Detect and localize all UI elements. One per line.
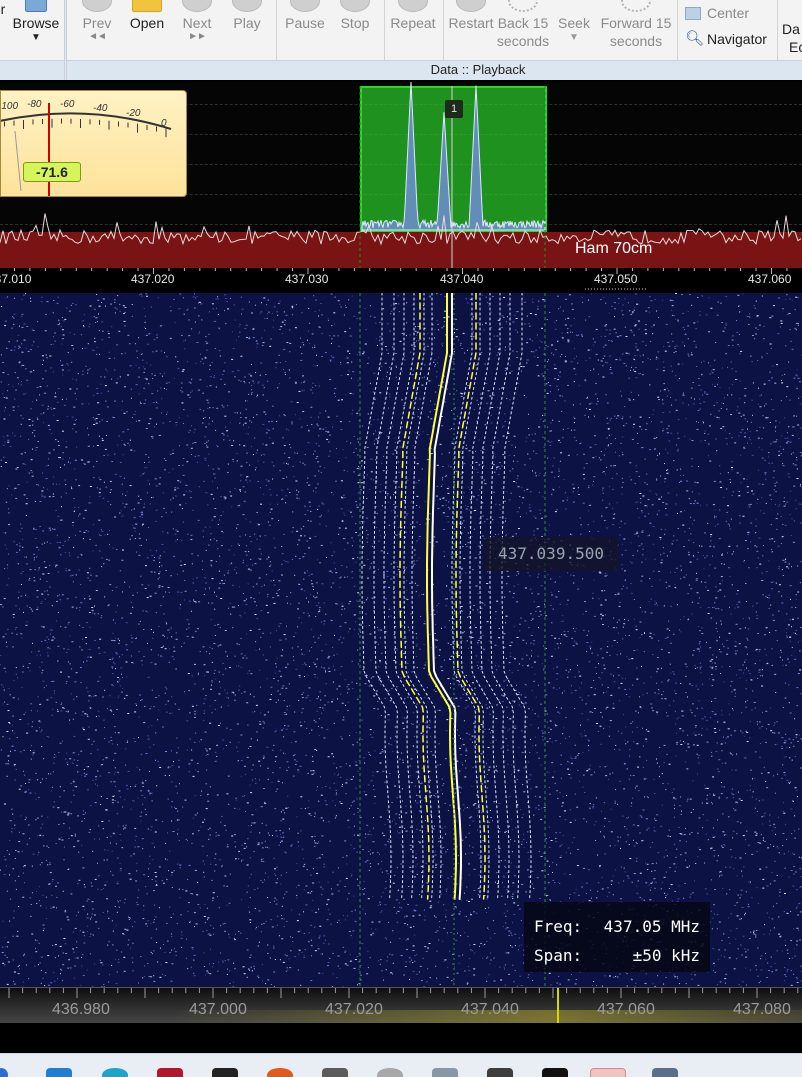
stop-button[interactable]: Stop	[332, 0, 378, 60]
data-edit-button[interactable]: Da Ec	[782, 0, 802, 60]
forward-icon	[621, 0, 651, 12]
axis-label: 437.040	[461, 1001, 519, 1018]
app-icon[interactable]	[432, 1068, 458, 1077]
meter-scale-label: -100	[0, 101, 19, 112]
meter-scale-label: -60	[60, 99, 75, 110]
app-icon[interactable]	[652, 1068, 678, 1077]
axis-label: 436.980	[52, 1001, 110, 1018]
axis-label: 437.020	[131, 272, 175, 286]
freq-span-info-box: Freq: 437.05 MHz Span: ±50 kHz	[524, 902, 710, 972]
browse-button[interactable]: Browse ▼	[10, 0, 62, 60]
chevron-down-icon: ▼	[569, 32, 579, 43]
restart-button[interactable]: Restart	[447, 0, 495, 60]
briefcase-icon[interactable]	[46, 1068, 72, 1077]
span-value: ±50 kHz	[632, 946, 700, 965]
meter-scale-label: -40	[93, 103, 108, 114]
seek-icon	[559, 0, 589, 12]
restart-icon	[456, 0, 486, 12]
separator	[443, 0, 444, 60]
prev-button[interactable]: Prev ◄◄	[74, 0, 120, 60]
axis-ticks	[8, 988, 799, 998]
meter-readout: -71.6	[23, 162, 81, 182]
freq-value: 437.05 MHz	[603, 917, 700, 936]
separator	[677, 0, 678, 60]
open-button[interactable]: Open	[124, 0, 170, 60]
meter-scale-label: -20	[126, 108, 141, 119]
waterfall-signal	[361, 293, 532, 900]
stop-icon	[340, 0, 370, 12]
waterfall-display[interactable]: 437.039.500	[0, 293, 802, 987]
cut-off-button[interactable]: r	[0, 0, 10, 60]
s-meter: -100 -80 -60 -40 -20 0 -71.6	[0, 90, 187, 197]
chevron-down-icon: ▼	[31, 32, 41, 43]
next-button[interactable]: Next ►►	[174, 0, 220, 60]
back-icon	[508, 0, 538, 12]
spectrum-frequency-axis[interactable]: 437.010 437.020 437.030 437.040 437.050 …	[0, 268, 802, 290]
center-icon	[685, 6, 701, 20]
rewind-icon: ◄◄	[88, 31, 107, 42]
axis-label: 437.060	[597, 1001, 655, 1018]
center-button[interactable]: Center	[685, 4, 749, 22]
app-icon[interactable]	[377, 1068, 403, 1077]
folder-icon	[132, 0, 162, 12]
cursor-frequency-readout: 437.039.500	[484, 537, 618, 571]
meter-peak-needle	[14, 130, 22, 192]
separator	[276, 0, 277, 60]
browse-icon	[25, 0, 47, 12]
group-label: Data :: Playback	[430, 62, 526, 77]
separator	[384, 0, 385, 60]
group-divider	[64, 60, 67, 80]
vfo-marker[interactable]: 1	[445, 100, 463, 118]
axis-ticks	[13, 268, 788, 290]
taskbar	[0, 1053, 802, 1077]
app-icon[interactable]	[542, 1068, 568, 1077]
meter-scale-label: -80	[27, 99, 42, 110]
axis-label: 437.060	[748, 272, 792, 286]
axis-label: 437.000	[189, 1001, 247, 1018]
dropbox-icon[interactable]	[212, 1068, 238, 1077]
span-row: Span: ±50 kHz	[534, 941, 700, 970]
mail-icon[interactable]	[157, 1068, 183, 1077]
app-icon[interactable]	[267, 1068, 293, 1077]
axis-label: 437.030	[285, 272, 329, 286]
next-icon	[182, 0, 212, 12]
play-icon	[232, 0, 262, 12]
axis-label: 437.080	[733, 1001, 791, 1018]
start-icon[interactable]	[0, 1068, 8, 1077]
prev-icon	[82, 0, 112, 12]
navigator-button[interactable]: 🔍︎ Navigator	[685, 30, 767, 48]
app-icon[interactable]	[487, 1068, 513, 1077]
seek-button[interactable]: Seek ▼	[554, 0, 594, 60]
back-15-seconds-button[interactable]: Back 15 seconds	[496, 0, 550, 60]
repeat-button[interactable]: Repeat	[388, 0, 438, 60]
meter-scale-label: 0	[161, 118, 167, 129]
repeat-icon	[398, 0, 428, 12]
freq-row: Freq: 437.05 MHz	[534, 912, 700, 941]
pause-icon	[290, 0, 320, 12]
pause-button[interactable]: Pause	[282, 0, 328, 60]
separator	[777, 0, 778, 60]
axis-label: 437.020	[325, 1001, 383, 1018]
ribbon-toolbar: r Browse ▼ Prev ◄◄ Open Next ►► Play Pau…	[0, 0, 802, 80]
band-label: Ham 70cm	[575, 240, 653, 257]
fast-forward-icon: ►►	[188, 31, 207, 42]
tuning-cursor[interactable]	[557, 988, 559, 1023]
magnifier-icon: 🔍︎	[685, 30, 705, 47]
edge-icon[interactable]	[102, 1068, 128, 1077]
play-button[interactable]: Play	[224, 0, 270, 60]
waterfall-canvas	[0, 293, 802, 987]
axis-label: 437.040	[440, 272, 484, 286]
waterfall-noise	[0, 293, 802, 987]
forward-15-seconds-button[interactable]: Forward 15 seconds	[598, 0, 674, 60]
axis-label: 437.050	[594, 272, 638, 286]
waterfall-frequency-axis[interactable]: 436.980 437.000 437.020 437.040 437.060 …	[0, 987, 802, 1023]
axis-label: 437.010	[0, 272, 32, 286]
sdr-app-icon[interactable]	[590, 1068, 626, 1077]
terminal-icon[interactable]	[322, 1068, 348, 1077]
